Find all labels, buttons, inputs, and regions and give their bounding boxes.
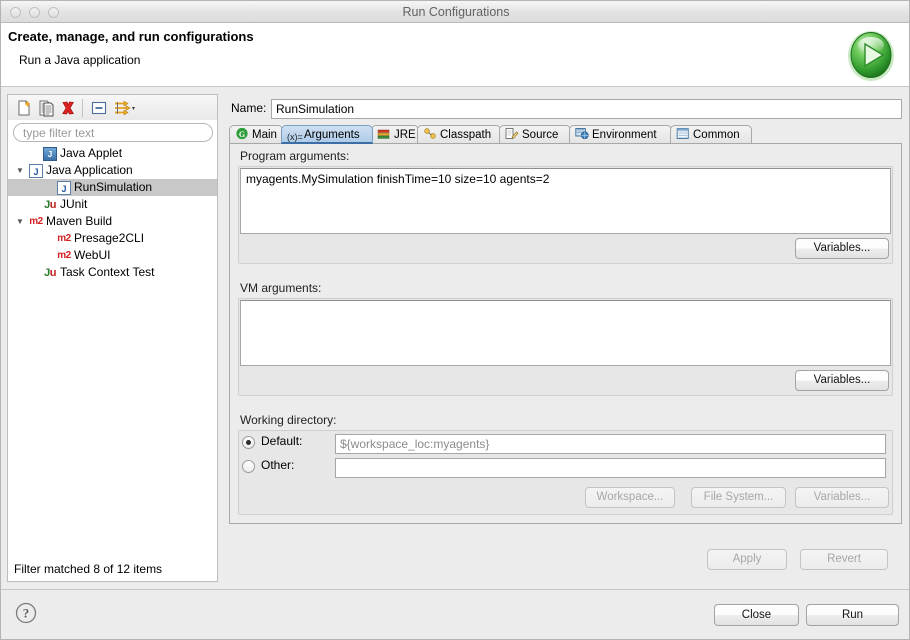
environment-monitor-icon xyxy=(575,127,589,140)
maven-m2-icon: m2 xyxy=(57,233,71,244)
tree-item-junit[interactable]: Ju JUnit xyxy=(8,196,217,213)
svg-text:G: G xyxy=(239,130,245,139)
red-x-delete-icon[interactable] xyxy=(58,98,78,118)
other-radio[interactable] xyxy=(242,460,255,473)
tree-item-label: Task Context Test xyxy=(60,265,155,279)
java-applet-icon: J xyxy=(43,147,57,161)
workspace-button[interactable]: Workspace... xyxy=(585,487,675,508)
revert-button[interactable]: Revert xyxy=(800,549,888,570)
tree-item-runsimulation[interactable]: J RunSimulation xyxy=(8,179,217,196)
configurations-tree[interactable]: J Java Applet ▼ J Java Application J RunSimula… xyxy=(7,145,218,557)
tree-item-label: WebUI xyxy=(74,248,111,262)
tree-item-maven-build[interactable]: ▼ m2 Maven Build xyxy=(8,213,217,230)
tree-item-presage2cli[interactable]: m2 Presage2CLI xyxy=(8,230,217,247)
common-table-icon xyxy=(676,127,690,140)
tab-label: Common xyxy=(693,129,740,141)
vm-arguments-variables-button[interactable]: Variables... xyxy=(795,370,889,391)
window-title: Run Configurations xyxy=(402,5,510,19)
window-titlebar: Run Configurations xyxy=(1,1,909,23)
dialog-header: Create, manage, and run configurations R… xyxy=(1,23,909,87)
tree-item-java-application[interactable]: ▼ J Java Application xyxy=(8,162,217,179)
program-arguments-label: Program arguments: xyxy=(240,149,350,163)
tree-item-label: JUnit xyxy=(60,197,88,211)
configuration-name-input[interactable] xyxy=(271,99,902,119)
jre-library-icon xyxy=(377,127,391,140)
java-app-icon: J xyxy=(57,181,71,195)
name-label: Name: xyxy=(231,101,267,115)
toolbar-separator xyxy=(82,99,83,117)
other-radio-label: Other: xyxy=(261,458,295,472)
configuration-tabs[interactable]: G Main (x)=Arguments JRE Classpath Source Envi… xyxy=(229,125,902,144)
working-directory-default-field: ${workspace_loc:myagents} xyxy=(335,434,886,454)
java-main-class-icon: G xyxy=(235,127,249,140)
tab-label: Classpath xyxy=(440,129,492,141)
tab-jre[interactable]: JRE xyxy=(371,125,419,144)
tree-item-label: Java Applet xyxy=(60,146,123,160)
copy-icon[interactable] xyxy=(36,98,56,118)
tab-source[interactable]: Source xyxy=(499,125,571,144)
page-title: Create, manage, and run configurations xyxy=(8,29,254,44)
working-directory-label: Working directory: xyxy=(240,413,337,427)
sidebar-toolbar xyxy=(7,94,218,120)
tree-item-task-context-test[interactable]: Ju Task Context Test xyxy=(8,264,217,281)
collapse-all-icon[interactable] xyxy=(89,98,109,118)
tab-classpath[interactable]: Classpath xyxy=(417,125,501,144)
tab-main[interactable]: G Main xyxy=(229,125,283,144)
close-button[interactable]: Close xyxy=(714,604,799,626)
tree-item-label: Presage2CLI xyxy=(74,231,145,245)
tree-item-label: Maven Build xyxy=(46,214,113,228)
tab-label: JRE xyxy=(394,129,416,141)
vm-arguments-textarea[interactable] xyxy=(240,300,891,366)
tree-twisty-icon[interactable]: ▼ xyxy=(14,213,26,230)
tab-label: Environment xyxy=(592,129,657,141)
tree-twisty-icon[interactable]: ▼ xyxy=(14,162,26,179)
junit-icon: Ju xyxy=(44,267,56,279)
classpath-icon xyxy=(423,127,437,140)
configurations-sidebar: JJava Applet▼JJava ApplicationJRunSimula… xyxy=(7,94,218,582)
run-button[interactable]: Run xyxy=(806,604,899,626)
tree-item-label: Java Application xyxy=(46,163,133,177)
program-arguments-textarea[interactable]: myagents.MySimulation finishTime=10 size… xyxy=(240,168,891,234)
tab-label: Arguments xyxy=(304,129,360,141)
new-document-icon[interactable] xyxy=(14,98,34,118)
source-pencil-icon xyxy=(505,127,519,140)
vm-arguments-label: VM arguments: xyxy=(240,281,322,295)
default-radio[interactable] xyxy=(242,436,255,449)
tab-label: Main xyxy=(252,129,277,141)
working-directory-variables-button[interactable]: Variables... xyxy=(795,487,889,508)
default-radio-label: Default: xyxy=(261,434,303,448)
java-app-icon: J xyxy=(29,164,43,178)
junit-icon: Ju xyxy=(44,199,56,211)
maven-m2-icon: m2 xyxy=(29,216,43,227)
run-configurations-dialog: Run Configurations Create, manage, and r… xyxy=(0,0,910,640)
apply-button[interactable]: Apply xyxy=(707,549,787,570)
tab-label: Source xyxy=(522,129,559,141)
tree-item-webui[interactable]: m2 WebUI xyxy=(8,247,217,264)
tab-environment[interactable]: Environment xyxy=(569,125,672,144)
working-directory-other-field[interactable] xyxy=(335,458,886,478)
program-arguments-variables-button[interactable]: Variables... xyxy=(795,238,889,259)
arguments-tab-pane: Program arguments: myagents.MySimulation… xyxy=(229,143,902,524)
tree-item-java-applet[interactable]: J Java Applet xyxy=(8,145,217,162)
configuration-editor: Name: G Main (x)=Arguments JRE Classpath Sour… xyxy=(226,94,905,577)
dialog-footer: Close Run xyxy=(1,590,909,639)
filter-arrows-icon[interactable] xyxy=(111,98,137,118)
file-system-button[interactable]: File System... xyxy=(691,487,786,508)
tab-common[interactable]: Common xyxy=(670,125,752,144)
maven-m2-icon: m2 xyxy=(57,250,71,261)
arguments-variable-icon: (x)= xyxy=(287,132,303,142)
tab-arguments[interactable]: (x)=Arguments xyxy=(281,125,373,144)
tree-item-label: RunSimulation xyxy=(74,180,153,194)
filter-input[interactable] xyxy=(13,123,213,142)
apply-revert-row: Apply Revert xyxy=(1,544,905,574)
filter-field-container xyxy=(7,120,218,145)
page-subtitle: Run a Java application xyxy=(19,53,141,67)
run-play-icon xyxy=(848,31,894,81)
